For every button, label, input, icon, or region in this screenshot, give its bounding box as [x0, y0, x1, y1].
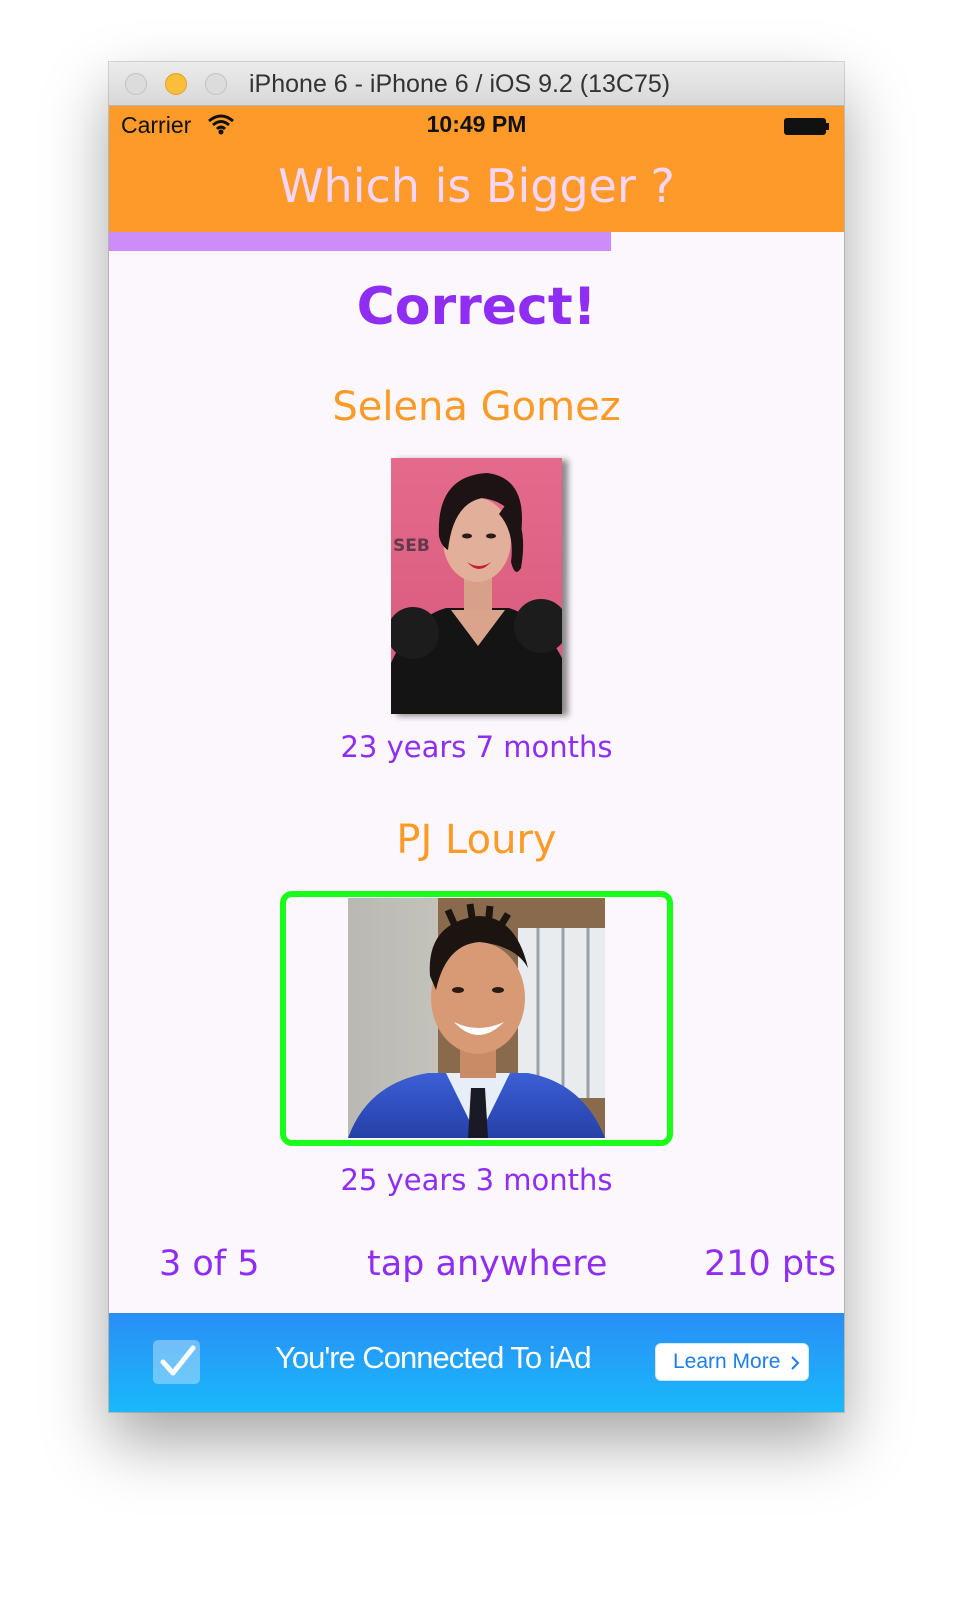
svg-text:SEB: SEB [393, 536, 430, 556]
celebrity-2-photo[interactable] [348, 898, 605, 1138]
iad-banner[interactable]: You're Connected To iAd Learn More [109, 1313, 844, 1412]
progress-bar [109, 232, 844, 251]
celebrity-2-portrait [348, 898, 605, 1138]
status-time: 10:49 PM [426, 111, 527, 137]
tap-hint: tap anywhere [367, 1244, 608, 1284]
iad-message: You're Connected To iAd [275, 1340, 592, 1375]
celebrity-1-photo[interactable]: SEB [391, 458, 562, 714]
celebrity-2-name: PJ Loury [396, 817, 557, 863]
score-label: 210 pts [704, 1244, 837, 1284]
nav-bar: Which is Bigger ? [109, 146, 844, 232]
battery-tip [826, 123, 829, 130]
chevron-right-icon [791, 1356, 800, 1370]
game-area[interactable]: Correct! Selena Gomez SEB 23 years 7 mon… [109, 251, 844, 1313]
learn-more-button[interactable]: Learn More [655, 1343, 809, 1381]
battery-icon [784, 118, 826, 135]
checkmark-glyph [160, 1345, 196, 1376]
simulator-window: iPhone 6 - iPhone 6 / iOS 9.2 (13C75) Ca… [109, 62, 844, 1412]
zoom-window-button[interactable] [205, 73, 227, 95]
window-title: iPhone 6 - iPhone 6 / iOS 9.2 (13C75) [249, 70, 671, 98]
checkmark-icon [153, 1340, 200, 1384]
learn-more-label: Learn More [673, 1350, 781, 1373]
celebrity-2-age: 25 years 3 months [340, 1163, 613, 1197]
round-counter: 3 of 5 [159, 1244, 260, 1284]
celebrity-1-portrait: SEB [391, 458, 562, 714]
progress-bar-fill [109, 232, 611, 251]
status-bar: Carrier 10:49 PM [109, 106, 844, 146]
result-label: Correct! [356, 277, 597, 337]
minimize-window-button[interactable] [165, 73, 187, 95]
nav-title: Which is Bigger ? [278, 159, 675, 213]
celebrity-1-age: 23 years 7 months [340, 730, 613, 764]
window-titlebar[interactable]: iPhone 6 - iPhone 6 / iOS 9.2 (13C75) [109, 62, 844, 106]
close-window-button[interactable] [125, 73, 147, 95]
celebrity-1-name: Selena Gomez [332, 384, 621, 430]
